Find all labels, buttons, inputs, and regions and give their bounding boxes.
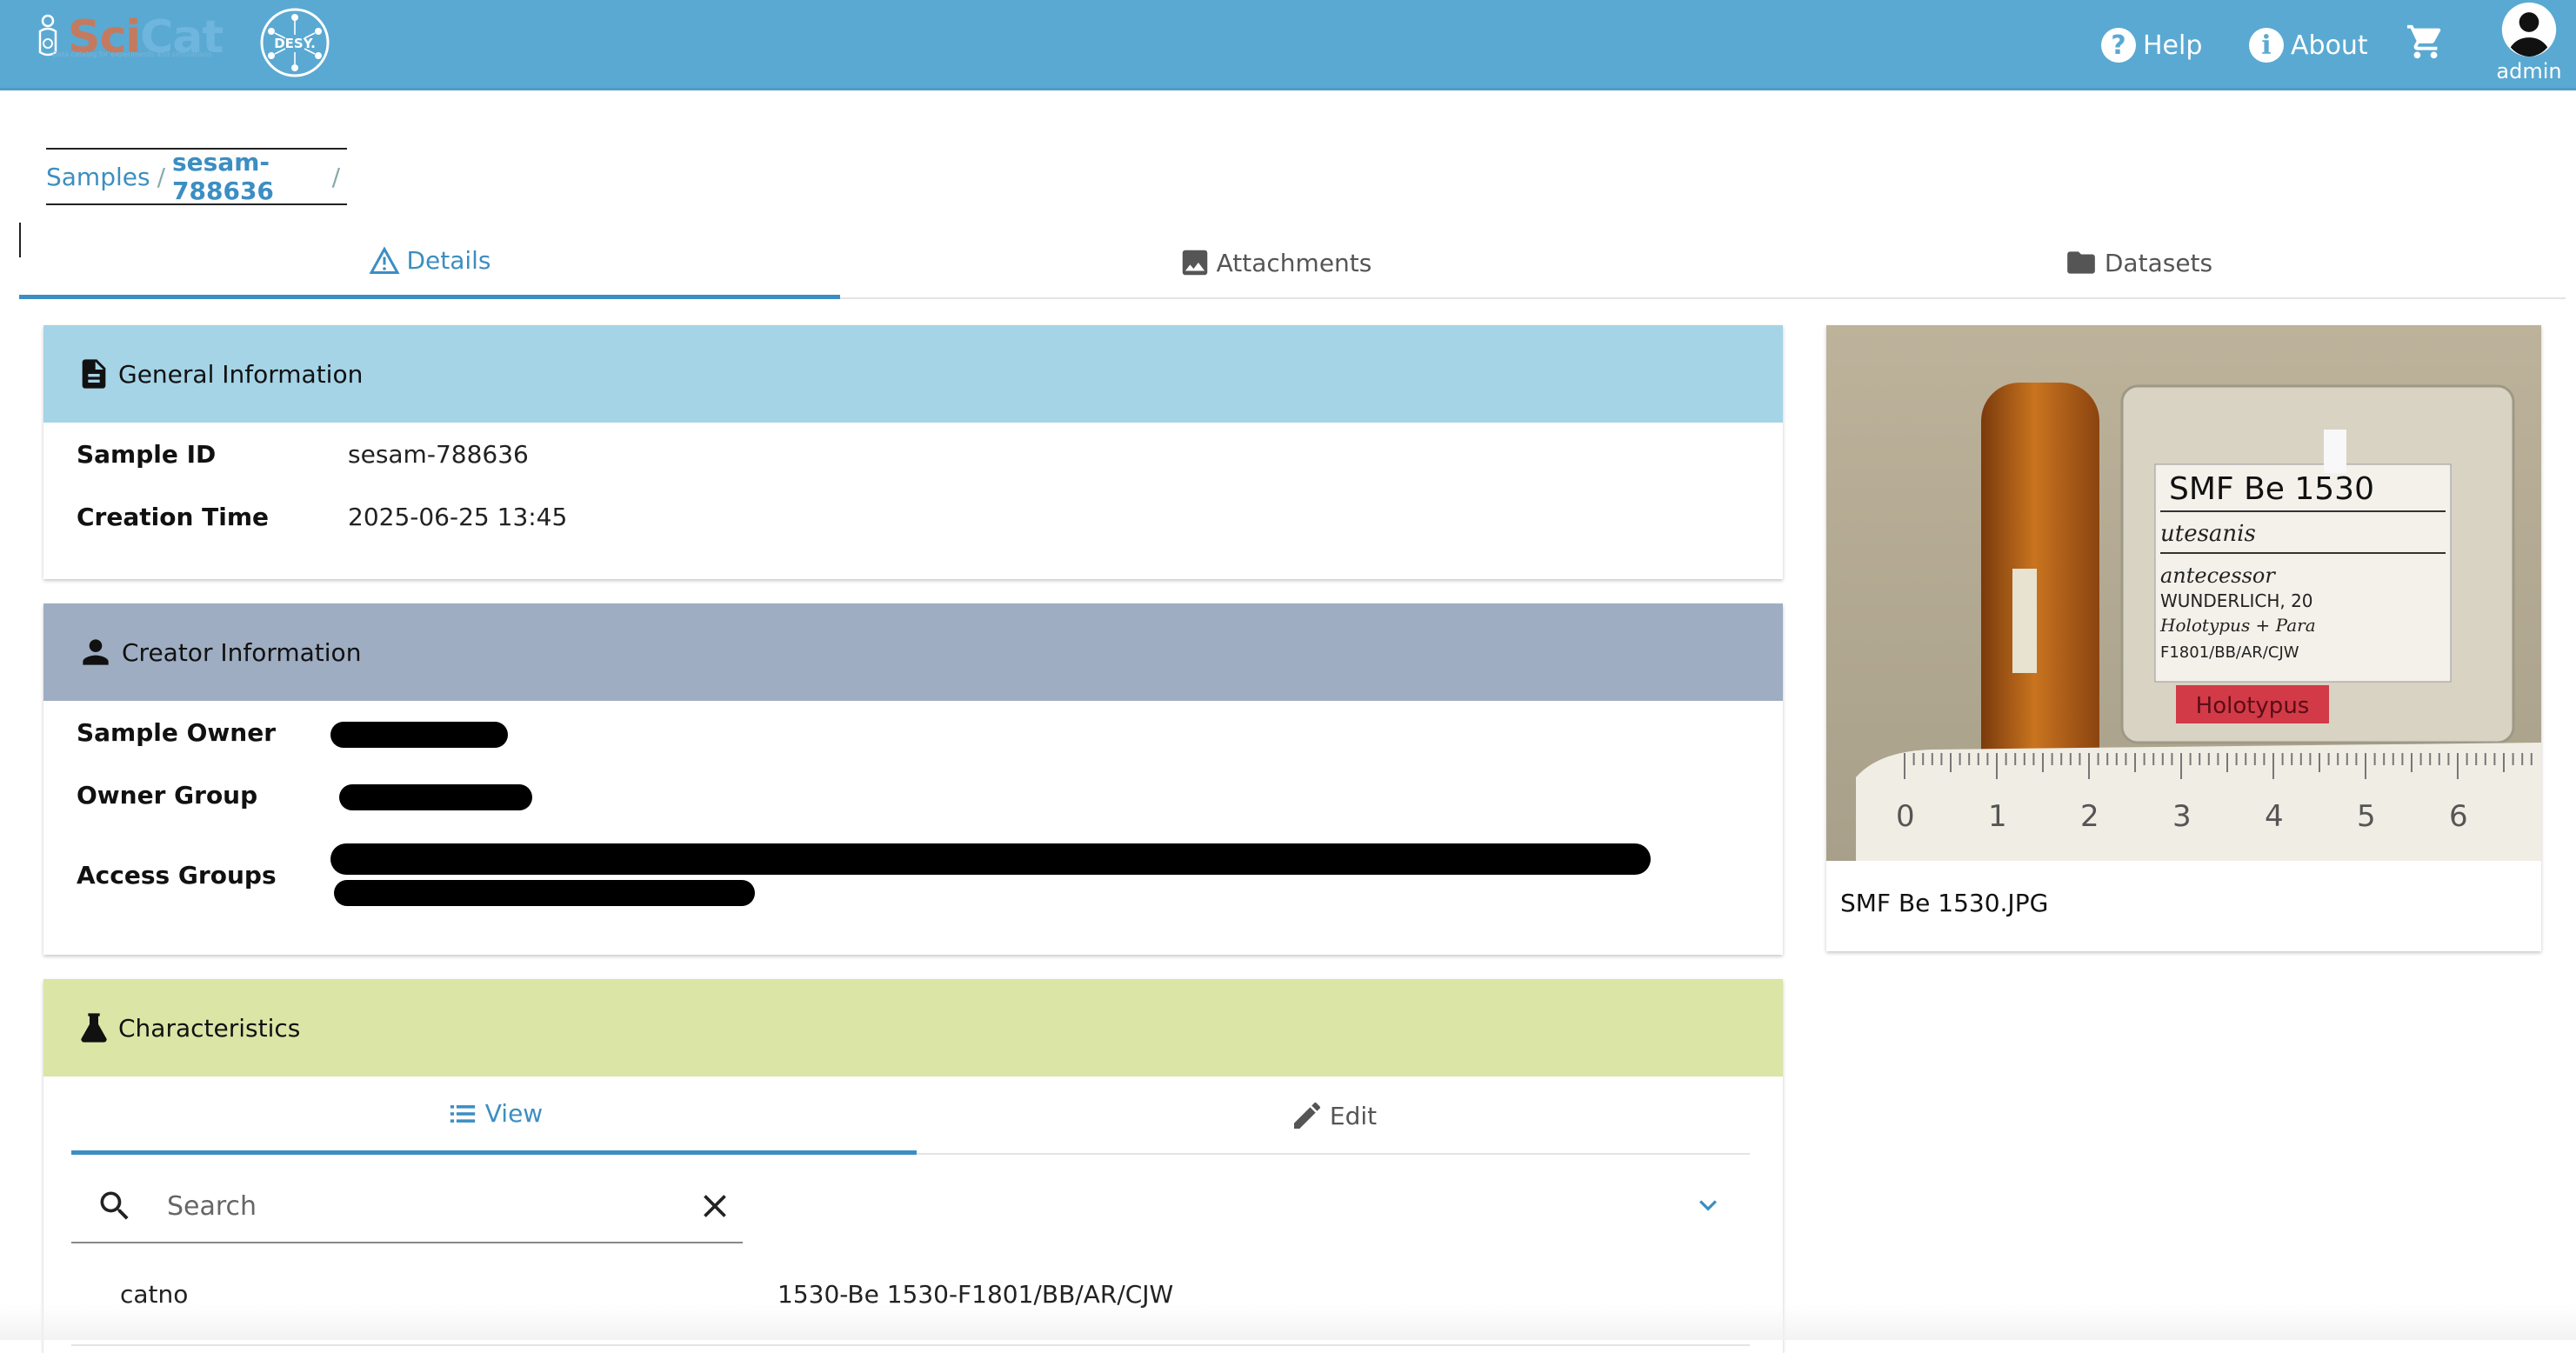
attachment-caption: SMF Be 1530.JPG bbox=[1840, 889, 2049, 917]
sample-owner-label: Sample Owner bbox=[77, 718, 277, 747]
breadcrumb-current[interactable]: sesam-788636 bbox=[172, 148, 325, 205]
image-icon bbox=[1182, 250, 1207, 276]
list-icon bbox=[450, 1104, 475, 1123]
person-icon bbox=[83, 639, 109, 665]
sample-id-value: sesam-788636 bbox=[348, 440, 529, 469]
account-circle-icon bbox=[2501, 2, 2557, 57]
creation-time-label: Creation Time bbox=[77, 503, 270, 531]
creation-time-row: Creation Time 2025-06-25 13:45 bbox=[77, 503, 567, 531]
flask-icon bbox=[81, 1013, 107, 1043]
user-menu[interactable]: admin bbox=[2494, 0, 2564, 83]
characteristic-value: 1530-Be 1530-F1801/BB/AR/CJW bbox=[777, 1280, 1174, 1309]
access-groups-row: Access Groups bbox=[77, 861, 348, 890]
sample-id-row: Sample ID sesam-788636 bbox=[77, 440, 529, 469]
tab-details-label: Details bbox=[406, 246, 491, 275]
svg-text:Holotypus + Para: Holotypus + Para bbox=[2159, 615, 2316, 636]
redacted-owner-group bbox=[339, 784, 532, 810]
about-label: About bbox=[2291, 30, 2368, 61]
redacted-access-groups-line-1 bbox=[330, 843, 1651, 875]
about-link[interactable]: i About bbox=[2249, 24, 2368, 66]
general-information-card: General Information Sample ID sesam-7886… bbox=[43, 325, 1783, 579]
sample-photo[interactable]: SMF Be 1530 utesanis antecessor WUNDERLI… bbox=[1826, 325, 2541, 861]
breadcrumb: Samples / sesam-788636 / bbox=[46, 148, 347, 205]
cart-button[interactable] bbox=[2406, 21, 2446, 63]
attachment-thumbnail-card[interactable]: SMF Be 1530 utesanis antecessor WUNDERLI… bbox=[1826, 325, 2541, 951]
svg-text:utesanis: utesanis bbox=[2160, 521, 2256, 547]
warning-icon bbox=[369, 245, 401, 274]
creator-information-card: Creator Information Sample Owner Owner G… bbox=[43, 603, 1783, 955]
svg-text:antecessor: antecessor bbox=[2160, 563, 2276, 588]
general-information-title: General Information bbox=[118, 359, 364, 389]
redacted-access-groups-line-2 bbox=[334, 880, 755, 906]
owner-group-row: Owner Group bbox=[77, 781, 348, 810]
tab-edit-label: Edit bbox=[1329, 1101, 1378, 1130]
ruler-number: 4 bbox=[2265, 799, 2284, 834]
characteristics-tabs: View Edit bbox=[71, 1076, 1750, 1155]
general-information-header: General Information bbox=[43, 325, 1783, 423]
tab-edit[interactable]: Edit bbox=[917, 1076, 1750, 1155]
top-app-bar: SciCat Data catalog for experiments and … bbox=[0, 0, 2576, 90]
characteristics-title: Characteristics bbox=[118, 1013, 301, 1043]
sample-id-label: Sample ID bbox=[77, 440, 217, 469]
ruler-number: 1 bbox=[1988, 799, 2007, 834]
breadcrumb-separator: / bbox=[157, 162, 166, 191]
tab-details[interactable]: Details bbox=[19, 226, 840, 299]
svg-text:SMF Be 1530: SMF Be 1530 bbox=[2169, 471, 2374, 507]
help-link[interactable]: ? Help bbox=[2101, 24, 2202, 66]
ruler-number: 5 bbox=[2357, 799, 2376, 834]
help-label: Help bbox=[2143, 30, 2203, 61]
access-groups-label: Access Groups bbox=[77, 861, 277, 890]
svg-text:DESY.: DESY. bbox=[274, 36, 316, 51]
sample-owner-row: Sample Owner bbox=[77, 718, 348, 747]
tab-datasets-label: Datasets bbox=[2104, 248, 2213, 277]
cart-icon bbox=[2406, 24, 2441, 59]
chevron-down-icon[interactable] bbox=[1691, 1188, 1725, 1223]
owner-group-label: Owner Group bbox=[77, 781, 258, 810]
ruler-number: 0 bbox=[1896, 799, 1915, 834]
document-icon bbox=[82, 359, 106, 389]
creation-time-value: 2025-06-25 13:45 bbox=[348, 503, 568, 531]
ruler-number: 2 bbox=[2080, 799, 2099, 834]
tab-attachments-label: Attachments bbox=[1216, 248, 1372, 277]
characteristics-header: Characteristics bbox=[43, 979, 1783, 1076]
svg-text:F1801/BB/AR/CJW: F1801/BB/AR/CJW bbox=[2160, 643, 2299, 662]
ruler-number: 6 bbox=[2449, 799, 2468, 834]
main-tabs: Details Attachments Datasets bbox=[19, 226, 2566, 299]
redacted-sample-owner bbox=[330, 722, 508, 748]
breadcrumb-separator: / bbox=[331, 162, 340, 191]
clear-search-icon[interactable] bbox=[696, 1187, 734, 1225]
table-row: catno 1530-Be 1530-F1801/BB/AR/CJW bbox=[71, 1266, 1750, 1346]
creator-information-header: Creator Information bbox=[43, 603, 1783, 701]
pencil-icon bbox=[1293, 1102, 1320, 1129]
desy-logo[interactable]: DESY. bbox=[259, 7, 330, 78]
svg-text:Holotypus: Holotypus bbox=[2196, 693, 2310, 719]
creator-information-title: Creator Information bbox=[122, 637, 362, 667]
info-icon: i bbox=[2249, 28, 2284, 63]
breadcrumb-samples[interactable]: Samples bbox=[46, 163, 150, 191]
ruler-number: 3 bbox=[2172, 799, 2192, 834]
svg-text:WUNDERLICH, 20: WUNDERLICH, 20 bbox=[2160, 590, 2313, 611]
help-icon: ? bbox=[2101, 28, 2136, 63]
tab-attachments[interactable]: Attachments bbox=[840, 226, 1710, 299]
search-input[interactable] bbox=[165, 1190, 652, 1223]
characteristics-card: Characteristics View Edit Search catno 1… bbox=[43, 979, 1783, 1353]
characteristics-search bbox=[71, 1170, 743, 1243]
scicat-tagline: Data catalog for experiments and simulat… bbox=[52, 50, 212, 58]
tab-view[interactable]: View bbox=[71, 1076, 917, 1155]
tab-view-label: View bbox=[484, 1099, 544, 1128]
folder-icon bbox=[2067, 251, 2095, 274]
search-icon bbox=[100, 1191, 129, 1220]
characteristic-key: catno bbox=[120, 1280, 189, 1309]
tab-datasets[interactable]: Datasets bbox=[1710, 226, 2566, 299]
user-name: admin bbox=[2496, 59, 2562, 83]
